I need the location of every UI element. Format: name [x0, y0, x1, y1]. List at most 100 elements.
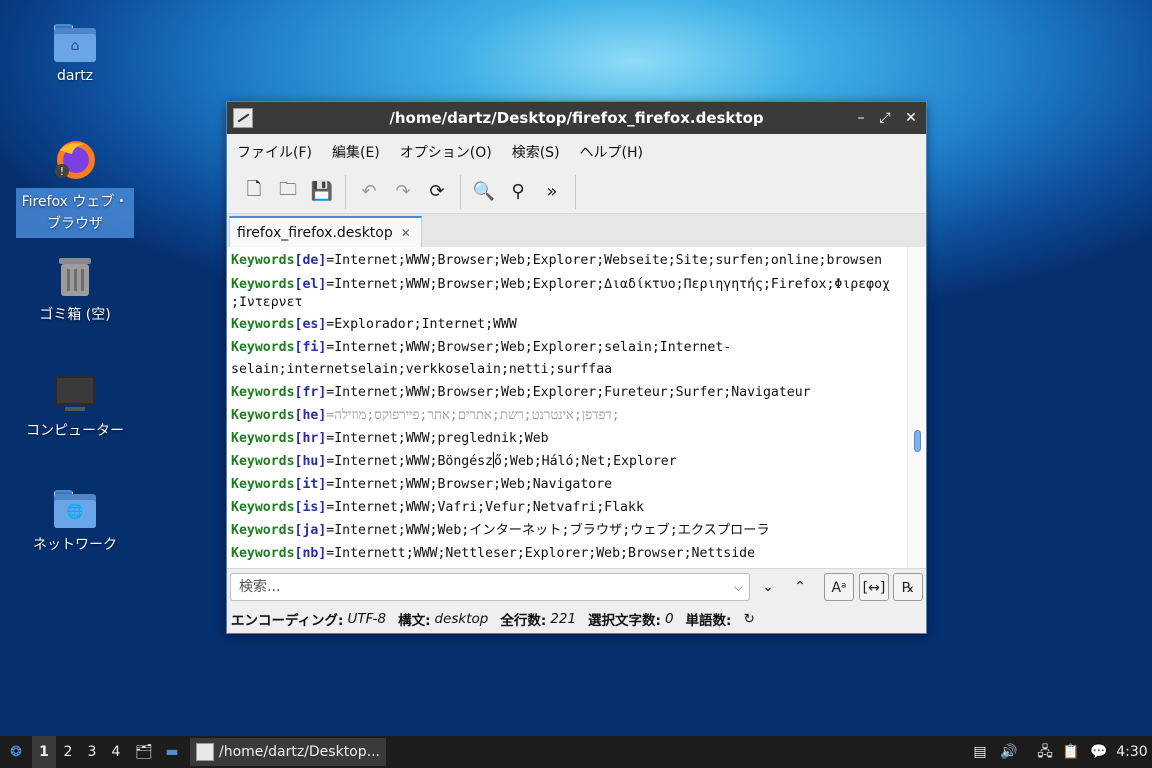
open-folder-icon[interactable]: 🗀	[271, 175, 305, 209]
home-folder-icon: ⌂	[54, 24, 96, 62]
line-count-value: 221	[550, 611, 577, 627]
desktop-icon-home[interactable]: ⌂ dartz	[16, 24, 134, 84]
desktop-icon-label: dartz	[56, 68, 94, 84]
reload-icon[interactable]: ⟳	[420, 175, 454, 209]
menu-edit[interactable]: 編集(E)	[332, 142, 380, 162]
search-input[interactable]: 検索... ⌵	[230, 573, 750, 601]
show-desktop-icon[interactable]: ▬	[160, 736, 184, 768]
new-file-icon[interactable]: 🗋	[237, 175, 271, 209]
desktop-icon-label: Firefox ウェブ・ ブラウザ	[16, 188, 134, 238]
label-line-2: ブラウザ	[47, 216, 103, 232]
desktop-icon-computer[interactable]: コンピューター	[16, 374, 134, 440]
text-line: Keywords[he]=דפדפן;אינטרנט;רשת;אתרים;אתר…	[231, 408, 620, 423]
desktop-icon-network[interactable]: 🌐 ネットワーク	[16, 490, 134, 554]
find-next-icon[interactable]: ⌄	[753, 573, 783, 601]
minimize-icon[interactable]: –	[851, 108, 871, 128]
text-line: Keywords[hu]=Internet;WWW;Böngésző;Web;H…	[231, 452, 677, 469]
save-icon[interactable]: 💾	[305, 175, 339, 209]
word-count-label: 単語数:	[685, 613, 732, 629]
syntax-value: desktop	[434, 611, 489, 627]
workspace-1[interactable]: 1	[32, 736, 56, 768]
syntax-label: 構文:	[398, 613, 431, 629]
text-line: Keywords[hr]=Internet;WWW;preglednik;Web	[231, 431, 549, 446]
status-bar: エンコーディング: UTF-8 構文: desktop 全行数: 221 選択文…	[227, 604, 926, 634]
vertical-scrollbar[interactable]	[907, 247, 926, 568]
encoding-label: エンコーディング:	[231, 613, 344, 629]
text-line: Keywords[is]=Internet;WWW;Vafri;Vefur;Ne…	[231, 500, 644, 515]
redo-icon[interactable]: ↷	[386, 175, 420, 209]
find-previous-icon[interactable]: ⌃	[785, 573, 815, 601]
tab-close-icon[interactable]: ✕	[401, 226, 411, 240]
toolbar: 🗋 🗀 💾 ↶ ↷ ⟳ 🔍 ⚲ »	[227, 170, 926, 214]
network-status-icon[interactable]: 🖧	[1034, 736, 1056, 768]
text-line: Keywords[el]=Internet;WWW;Browser;Web;Ex…	[231, 277, 891, 292]
text-editor-area[interactable]: Keywords[de]=Internet;WWW;Browser;Web;Ex…	[227, 247, 907, 568]
window-title: /home/dartz/Desktop/firefox_firefox.desk…	[389, 109, 764, 127]
file-manager-icon[interactable]: 🗂	[132, 736, 156, 768]
tab-bar: firefox_firefox.desktop ✕	[227, 214, 926, 248]
computer-icon	[55, 376, 95, 411]
network-folder-icon: 🌐	[54, 490, 96, 528]
text-line: Keywords[it]=Internet;WWW;Browser;Web;Na…	[231, 477, 613, 492]
menu-search[interactable]: 検索(S)	[512, 142, 560, 162]
taskbar: ❂ 1 2 3 4 🗂 ▬ /home/dartz/Desktop... ▤ 🔊…	[0, 736, 1152, 768]
workspace-2[interactable]: 2	[56, 736, 80, 768]
maximize-icon[interactable]: ⤢	[875, 108, 895, 128]
clipboard-icon[interactable]: 📋	[1060, 736, 1082, 768]
volume-icon[interactable]: 🔊	[998, 736, 1020, 768]
more-icon[interactable]: »	[535, 175, 569, 209]
selected-count-label: 選択文字数:	[588, 613, 661, 629]
desktop-icon-label: ネットワーク	[33, 537, 117, 553]
search-placeholder: 検索...	[239, 579, 281, 595]
desktop-icon-trash[interactable]: ゴミ箱 (空)	[16, 256, 134, 324]
search-bar: 検索... ⌵ ⌄ ⌃ Aᵃ [↔] ℞	[227, 568, 926, 604]
match-case-icon[interactable]: Aᵃ	[824, 573, 854, 601]
refresh-count-icon[interactable]: ↻	[743, 611, 754, 627]
taskbar-window-label: /home/dartz/Desktop...	[219, 744, 380, 760]
regex-icon[interactable]: ℞	[893, 573, 923, 601]
notification-icon[interactable]: 💬	[1088, 736, 1110, 768]
text-editor-window[interactable]: /home/dartz/Desktop/firefox_firefox.desk…	[226, 101, 927, 634]
app-icon	[196, 743, 214, 761]
desktop-icon-label: コンピューター	[26, 423, 124, 439]
taskbar-window-button[interactable]: /home/dartz/Desktop...	[190, 738, 386, 766]
menubar: ファイル(F) 編集(E) オプション(O) 検索(S) ヘルプ(H)	[227, 134, 926, 170]
chevron-down-icon[interactable]: ⌵	[734, 574, 743, 600]
text-line: Keywords[fi]=Internet;WWW;Browser;Web;Ex…	[231, 340, 732, 355]
storage-icon[interactable]: ▤	[970, 736, 990, 768]
close-icon[interactable]: ✕	[901, 108, 921, 128]
start-menu-icon[interactable]: ❂	[4, 736, 28, 768]
trash-icon	[59, 258, 91, 296]
undo-icon[interactable]: ↶	[352, 175, 386, 209]
selected-count-value: 0	[664, 611, 674, 627]
tab-file[interactable]: firefox_firefox.desktop ✕	[229, 216, 422, 248]
desktop-icon-firefox[interactable]: ! Firefox ウェブ・ ブラウザ	[16, 138, 134, 238]
desktop-icon-label: ゴミ箱 (空)	[39, 307, 111, 323]
find-icon[interactable]: 🔍	[467, 175, 501, 209]
text-line-wrap: selain;internetselain;verkkoselain;netti…	[231, 362, 613, 377]
menu-options[interactable]: オプション(O)	[400, 142, 492, 162]
workspace-4[interactable]: 4	[104, 736, 128, 768]
encoding-value: UTF-8	[347, 611, 387, 627]
firefox-icon: !	[55, 141, 95, 179]
toolbar-separator	[460, 174, 461, 209]
whole-word-icon[interactable]: [↔]	[859, 573, 889, 601]
line-count-label: 全行数:	[500, 613, 547, 629]
menu-file[interactable]: ファイル(F)	[237, 142, 312, 162]
find-replace-icon[interactable]: ⚲	[501, 175, 535, 209]
toolbar-separator	[345, 174, 346, 209]
text-line-wrap: ;Ιντερνετ	[231, 295, 303, 310]
text-line: Keywords[nb]=Internett;WWW;Nettleser;Exp…	[231, 546, 756, 561]
scrollbar-thumb[interactable]	[914, 430, 921, 452]
clock[interactable]: 4:30	[1114, 736, 1150, 768]
label-line-1: Firefox ウェブ・	[21, 194, 129, 210]
text-line: Keywords[fr]=Internet;WWW;Browser;Web;Ex…	[231, 385, 811, 400]
toolbar-separator	[575, 174, 576, 209]
tab-label: firefox_firefox.desktop	[237, 225, 393, 241]
workspace-3[interactable]: 3	[80, 736, 104, 768]
text-line: Keywords[ja]=Internet;WWW;Web;インターネット;ブラ…	[231, 523, 770, 538]
menu-help[interactable]: ヘルプ(H)	[580, 142, 643, 162]
svg-text:!: !	[60, 165, 64, 178]
text-line: Keywords[de]=Internet;WWW;Browser;Web;Ex…	[231, 253, 883, 268]
window-titlebar[interactable]: /home/dartz/Desktop/firefox_firefox.desk…	[227, 102, 926, 134]
